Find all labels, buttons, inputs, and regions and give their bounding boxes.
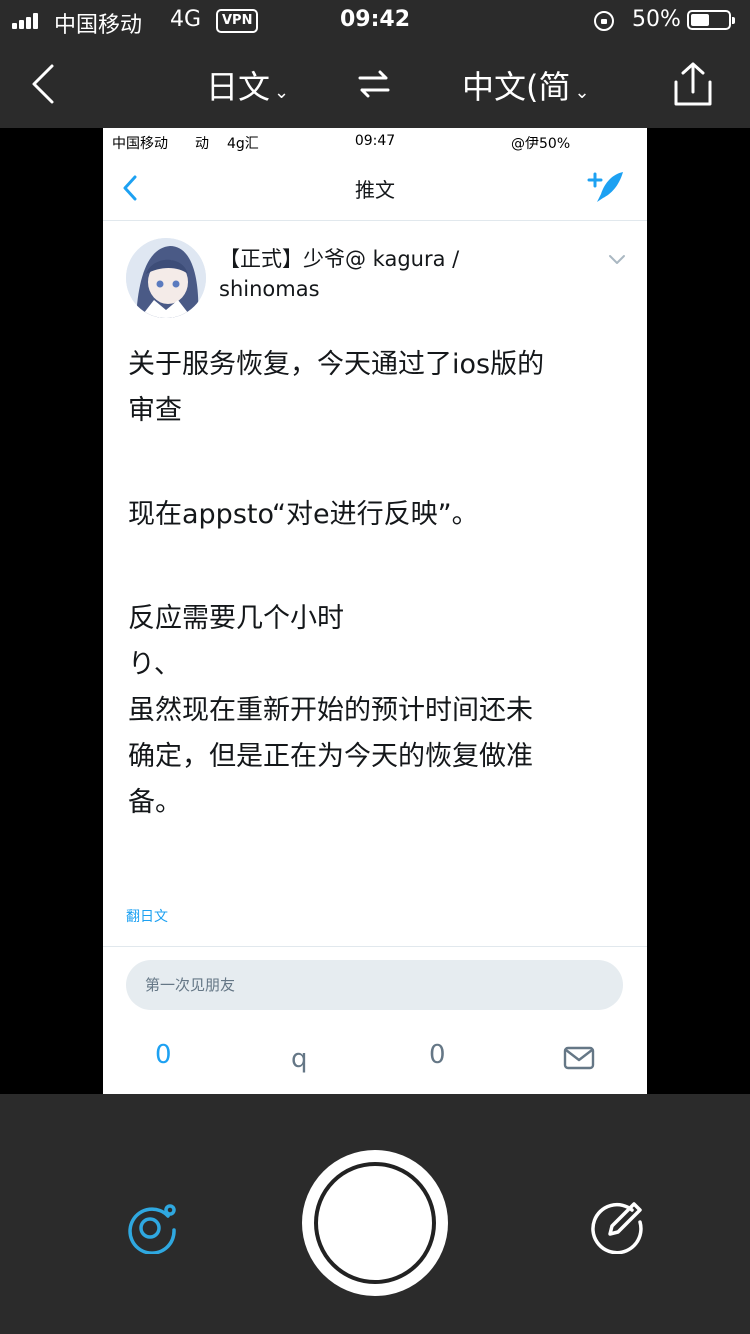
swap-icon[interactable]	[356, 66, 392, 102]
shutter-button[interactable]	[302, 1150, 448, 1296]
share-icon[interactable]	[670, 60, 716, 108]
chevron-down-icon[interactable]	[607, 252, 627, 266]
translate-toolbar: 日文 ⌄ 中文(简 ⌄	[0, 40, 750, 128]
tweet-line: 反应需要几个小时	[128, 603, 344, 634]
inner-nav-bar: 推文	[103, 154, 647, 221]
tweet-line: 虽然现在重新开始的预计时间还未	[128, 695, 533, 726]
target-language-label: 中文(简	[462, 68, 571, 106]
author-handle: shinomas	[219, 277, 320, 301]
battery-icon	[687, 10, 735, 30]
target-language-select[interactable]: 中文(简 ⌄	[462, 62, 590, 108]
compose-icon[interactable]	[587, 168, 627, 206]
rotation-lock-icon	[594, 11, 614, 31]
tweet-line: 关于服务恢复，今天通过了ios版的	[128, 349, 545, 380]
reply-input[interactable]: 第一次见朋友	[126, 960, 623, 1010]
source-language-select[interactable]: 日文 ⌄	[206, 62, 289, 108]
reply-count[interactable]: 0	[155, 1040, 172, 1070]
source-language-label: 日文	[206, 68, 271, 106]
inner-status-bar: 中国移动 动 4g汇 09:47 @伊50%	[103, 128, 647, 154]
divider	[103, 946, 647, 947]
translate-tweet-link[interactable]: 翻日文	[126, 906, 168, 926]
chevron-down-icon: ⌄	[574, 82, 590, 103]
camera-bar	[0, 1094, 750, 1334]
inner-page-title: 推文	[355, 178, 395, 202]
like-count[interactable]: 0	[429, 1040, 446, 1070]
retweet-icon[interactable]: q	[291, 1044, 308, 1074]
author-name: 【正式】少爷@ kagura /	[219, 247, 460, 271]
camera-switch-icon[interactable]	[124, 1198, 180, 1254]
battery-percent: 50%	[632, 7, 681, 32]
tweet-author[interactable]: 【正式】少爷@ kagura / shinomas	[219, 244, 519, 304]
inner-battery: @伊50%	[511, 136, 571, 152]
chevron-down-icon: ⌄	[274, 82, 290, 103]
tweet-screenshot: 中国移动 动 4g汇 09:47 @伊50% 推文 【正式】少爷@ kagura	[103, 128, 647, 1094]
avatar[interactable]	[126, 238, 206, 318]
tweet-line: 现在appsto“对e进行反映”。	[128, 499, 479, 530]
tweet-line: 备。	[128, 787, 182, 818]
edit-icon[interactable]	[588, 1196, 646, 1254]
tweet-text: 关于服务恢复，今天通过了ios版的 审查 现在appsto“对e进行反映”。 反…	[128, 342, 588, 826]
reply-placeholder: 第一次见朋友	[145, 976, 236, 994]
tweet-line: 确定，但是正在为今天的恢复做准	[128, 741, 533, 772]
status-bar: 中国移动 4G VPN 09:42 50%	[0, 0, 750, 40]
mail-icon[interactable]	[563, 1044, 595, 1072]
tweet-line: 审查	[128, 395, 182, 426]
avatar-image	[126, 238, 206, 318]
tweet-line: り、	[128, 649, 181, 680]
back-icon[interactable]	[30, 62, 70, 106]
